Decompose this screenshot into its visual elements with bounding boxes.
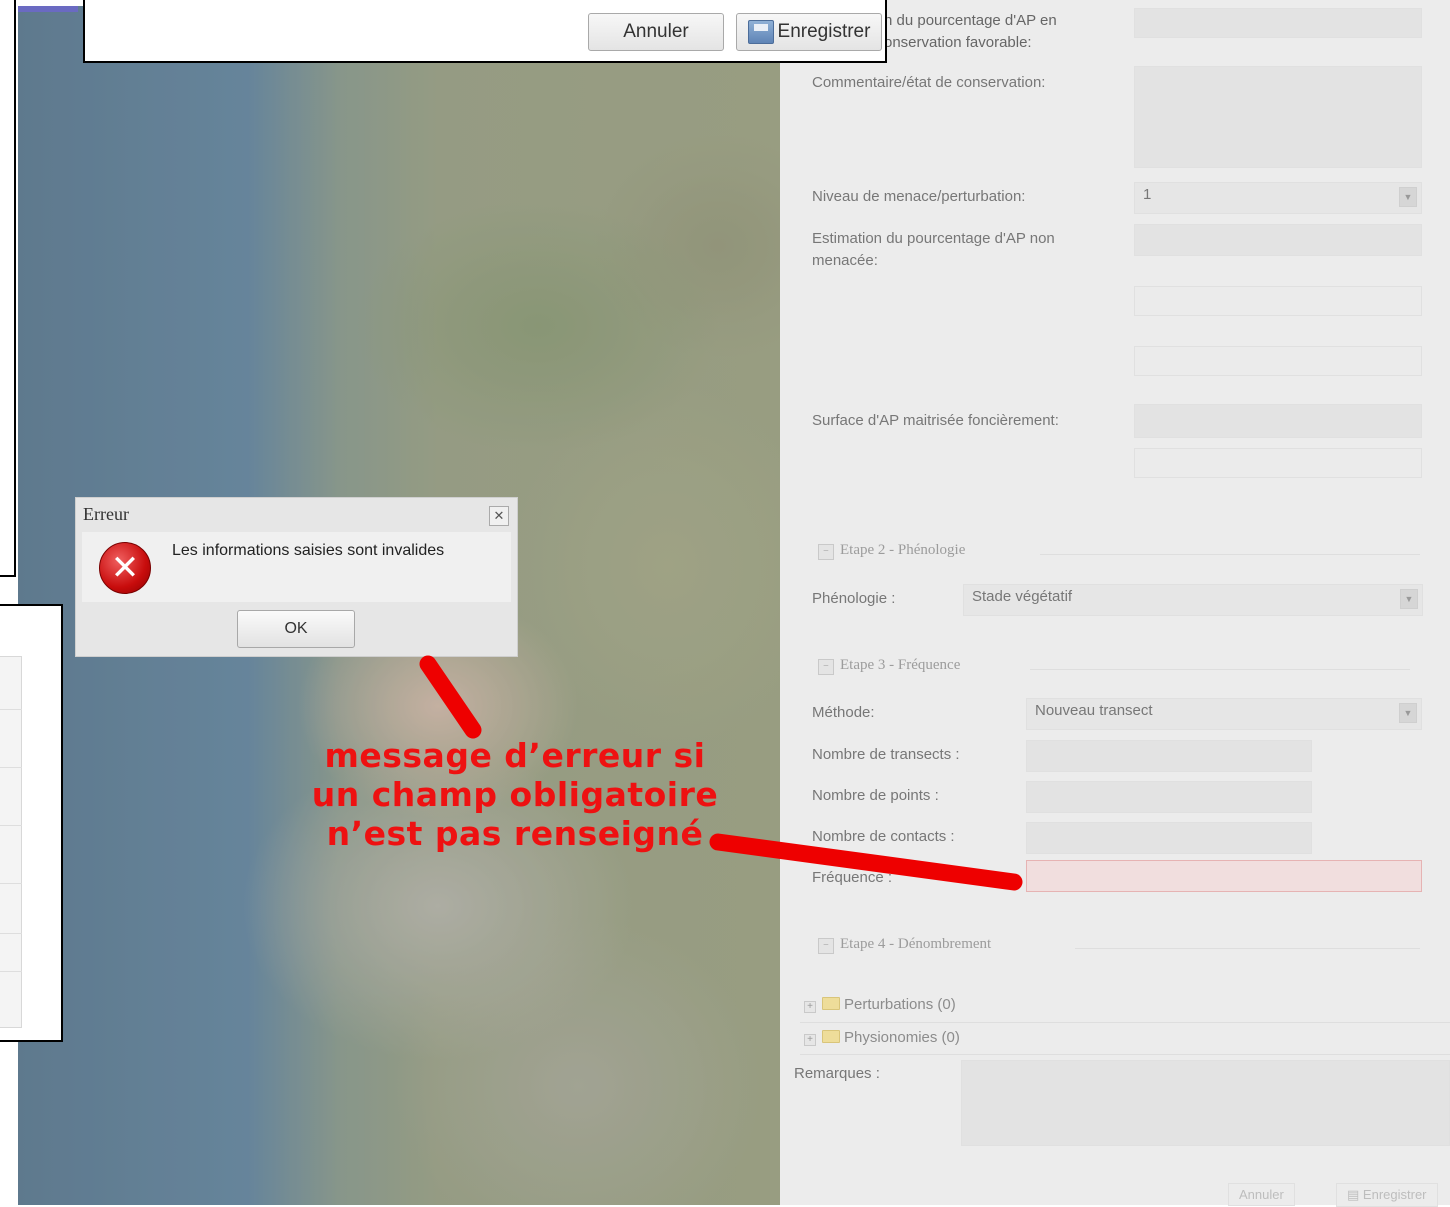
- bottom-save-button[interactable]: ▤ Enregistrer: [1336, 1183, 1438, 1207]
- error-dialog-body: ✕ Les informations saisies sont invalide…: [82, 532, 511, 602]
- section-divider: [1030, 669, 1410, 670]
- folder-icon: [822, 1030, 840, 1043]
- expand-icon[interactable]: +: [804, 1001, 816, 1013]
- error-message: Les informations saisies sont invalides: [172, 542, 445, 559]
- section-etape-3[interactable]: − Etape 3 - Fréquence: [818, 657, 960, 675]
- chevron-down-icon[interactable]: ▼: [1399, 187, 1417, 207]
- phenologie-select-value: Stade végétatif: [972, 588, 1073, 605]
- tree-item-physionomies[interactable]: + Physionomies (0): [804, 1029, 960, 1046]
- chevron-down-icon[interactable]: ▼: [1399, 703, 1417, 723]
- collapse-icon[interactable]: −: [818, 938, 834, 954]
- transects-label: Nombre de transects :: [812, 746, 960, 763]
- estimation-input[interactable]: [1134, 224, 1422, 256]
- collapse-icon[interactable]: −: [818, 544, 834, 560]
- bottom-cancel-button[interactable]: Annuler: [1228, 1183, 1295, 1206]
- remarques-textarea[interactable]: [961, 1060, 1450, 1146]
- frequence-label: Fréquence :: [812, 869, 893, 886]
- section-etape-2[interactable]: − Etape 2 - Phénologie: [818, 542, 965, 560]
- save-button[interactable]: Enregistrer: [736, 13, 882, 51]
- section-divider: [1040, 554, 1420, 555]
- estimation-label: Estimation du pourcentage d'AP non menac…: [812, 230, 1055, 269]
- left-partial-panel-top: [0, 0, 16, 577]
- contacts-input[interactable]: [1026, 822, 1312, 854]
- cancel-button[interactable]: Annuler: [588, 13, 724, 51]
- remarques-label: Remarques :: [794, 1065, 880, 1082]
- transects-input[interactable]: [1026, 740, 1312, 772]
- left-partial-panel-middle: ⌄: [0, 604, 63, 1042]
- phenologie-label: Phénologie :: [812, 590, 896, 607]
- error-dialog-title: Erreur: [83, 504, 129, 524]
- phenologie-select[interactable]: Stade végétatif ▼: [963, 584, 1423, 616]
- disabled-input-3: [1134, 448, 1422, 478]
- disabled-input-2: [1134, 346, 1422, 376]
- floppy-disk-icon: ▤: [1347, 1187, 1360, 1202]
- ok-button[interactable]: OK: [237, 610, 355, 648]
- error-circle-x-icon: ✕: [99, 542, 151, 594]
- save-button-label: Enregistrer: [777, 21, 871, 42]
- menace-select[interactable]: 1 ▼: [1134, 182, 1422, 214]
- disabled-input-1: [1134, 286, 1422, 316]
- methode-label: Méthode:: [812, 704, 875, 721]
- tree-item-perturbations[interactable]: + Perturbations (0): [804, 996, 956, 1013]
- menace-select-value: 1: [1143, 186, 1152, 203]
- observation-form-panel: n du pourcentage d'AP en onservation fav…: [780, 0, 1450, 1207]
- left-partial-list: [0, 656, 22, 1028]
- section-divider: [1075, 948, 1420, 949]
- close-icon[interactable]: ✕: [489, 506, 509, 526]
- points-input[interactable]: [1026, 781, 1312, 813]
- chevron-down-icon[interactable]: ▼: [1400, 589, 1418, 609]
- top-dialog: Annuler Enregistrer: [83, 0, 887, 63]
- error-dialog: Erreur ✕ ✕ Les informations saisies sont…: [75, 497, 518, 657]
- partial-field-label: n du pourcentage d'AP en onservation fav…: [884, 12, 1057, 51]
- row-divider: [800, 1022, 1450, 1023]
- surface-label: Surface d'AP maitrisée foncièrement:: [812, 412, 1059, 429]
- menace-label: Niveau de menace/perturbation:: [812, 188, 1026, 205]
- row-divider: [800, 1054, 1450, 1055]
- expand-icon[interactable]: +: [804, 1034, 816, 1046]
- favorable-percentage-input[interactable]: [1134, 8, 1422, 38]
- contacts-label: Nombre de contacts :: [812, 828, 955, 845]
- folder-icon: [822, 997, 840, 1010]
- frequence-input-invalid[interactable]: [1026, 860, 1422, 892]
- comment-label: Commentaire/état de conservation:: [812, 74, 1046, 91]
- floppy-disk-icon: [747, 20, 774, 44]
- annotation-text: message d’erreur si un champ obligatoire…: [311, 736, 719, 853]
- section-etape-4[interactable]: − Etape 4 - Dénombrement: [818, 936, 991, 954]
- comment-textarea[interactable]: [1134, 66, 1422, 168]
- collapse-icon[interactable]: −: [818, 659, 834, 675]
- methode-select-value: Nouveau transect: [1035, 702, 1153, 719]
- methode-select[interactable]: Nouveau transect ▼: [1026, 698, 1422, 730]
- disabled-field-label: [812, 288, 1112, 328]
- points-label: Nombre de points :: [812, 787, 939, 804]
- surface-input[interactable]: [1134, 404, 1422, 438]
